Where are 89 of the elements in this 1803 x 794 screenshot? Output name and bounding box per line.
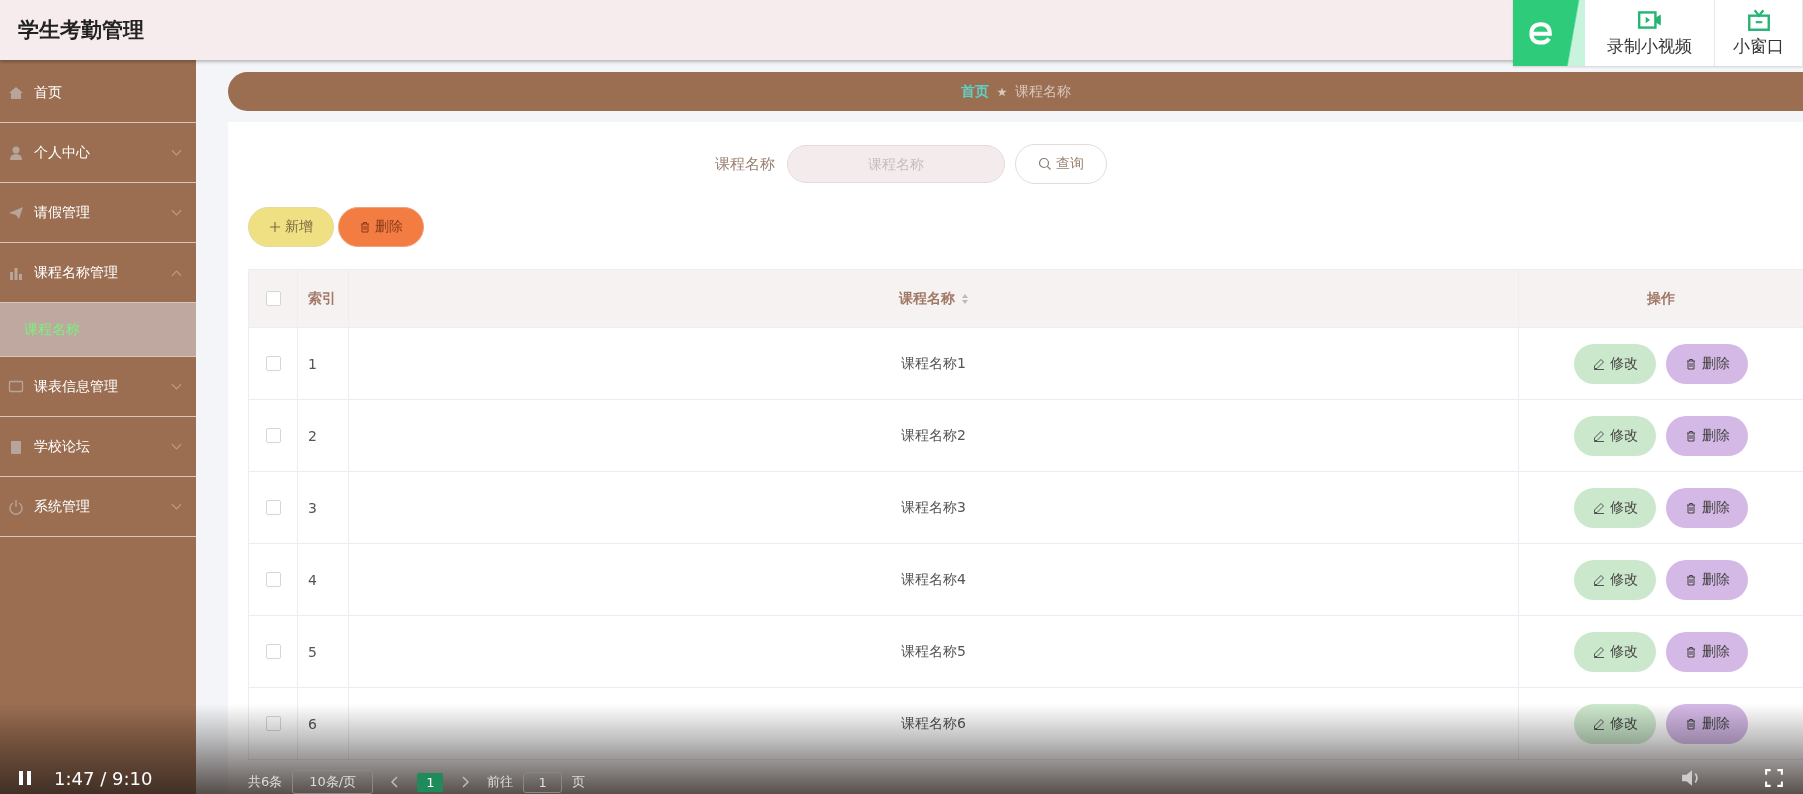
user-icon [8,144,24,161]
chat-icon [8,378,24,395]
trash-icon [1684,573,1697,586]
table-cell: 4 [308,571,317,588]
sidebar-item[interactable]: 个人中心 [0,123,196,183]
table-cell: 6 [308,715,317,732]
goto-label: 前往 [487,773,514,791]
home-icon [8,84,24,101]
delete-button[interactable]: 删除 [338,207,424,247]
record-video-button[interactable]: 录制小视频 [1585,0,1715,66]
search-icon [1037,157,1052,171]
chevron-icon [171,382,182,391]
table-cell: 课程名称1 [901,354,966,373]
column-header[interactable]: 课程名称 [349,270,1519,327]
sidebar-item[interactable]: 请假管理 [0,183,196,243]
page-size-select[interactable]: 10条/页 [292,770,374,794]
table-cell: 课程名称4 [901,570,966,589]
breadcrumb-link[interactable]: 课程名称 [1014,82,1071,101]
row-checkbox[interactable] [265,644,281,659]
trash-icon [1684,645,1697,658]
pencil-icon [1592,645,1605,658]
delete-button[interactable]: 删除 [1666,559,1748,600]
delete-button[interactable]: 删除 [1666,415,1748,456]
power-icon [8,498,24,515]
fullscreen-icon[interactable] [1765,769,1783,787]
edit-button[interactable]: 修改 [1574,559,1656,600]
pencil-icon [1592,429,1605,442]
mini-window-button[interactable]: 小窗口 [1715,0,1803,66]
row-checkbox[interactable] [265,572,281,587]
page-number[interactable]: 1 [417,772,444,792]
column-header: 操作 [1646,288,1676,308]
edit-button[interactable]: 修改 [1574,487,1656,528]
goto-page-field[interactable]: 1 [523,771,562,793]
search-button[interactable]: 查询 [1014,144,1107,184]
add-button[interactable]: 新增 [248,207,334,247]
sort-icon[interactable] [960,292,969,305]
pencil-icon [1592,717,1605,730]
trash-icon [1684,429,1697,442]
column-header: 索引 [298,270,349,327]
edit-button[interactable]: 修改 [1574,415,1656,456]
clipboard-icon [8,438,24,455]
table-cell: 课程名称3 [901,498,966,517]
chevron-icon [171,268,182,277]
table-cell: 课程名称2 [901,426,966,445]
trash-icon [359,221,371,233]
select-all-checkbox[interactable] [265,291,281,306]
video-camera-icon [1636,8,1663,31]
chevron-icon [171,148,182,157]
app-title: 学生考勤管理 [18,17,144,44]
plus-icon [269,221,281,233]
search-label: 课程名称 [714,154,775,174]
chevron-icon [171,442,182,451]
pencil-icon [1592,357,1605,370]
total-count: 共6条 [248,773,283,791]
pause-icon[interactable] [18,770,32,786]
sidebar-item[interactable]: 学校论坛 [0,417,196,477]
table-cell: 课程名称6 [901,714,966,733]
delete-button[interactable]: 删除 [1666,631,1748,672]
delete-button[interactable]: 删除 [1666,343,1748,384]
row-checkbox[interactable] [265,356,281,371]
sidebar-item[interactable]: 首页 [0,63,196,123]
sidebar-item[interactable]: 系统管理 [0,477,196,537]
edit-button[interactable]: 修改 [1574,343,1656,384]
table-cell: 3 [308,499,317,516]
chevron-icon [171,502,182,511]
trash-icon [1684,357,1697,370]
trash-icon [1684,717,1697,730]
row-checkbox[interactable] [265,716,281,731]
pencil-icon [1592,501,1605,514]
table-cell: 课程名称5 [901,642,966,661]
table-cell: 2 [308,427,317,444]
star-icon [996,86,1007,97]
playback-time: 1:47 / 9:10 [54,768,153,789]
pencil-icon [1592,573,1605,586]
edit-button[interactable]: 修改 [1574,631,1656,672]
trash-icon [1684,501,1697,514]
row-checkbox[interactable] [265,428,281,443]
delete-button[interactable]: 删除 [1666,487,1748,528]
edit-button[interactable]: 修改 [1574,703,1656,744]
paper-plane-icon [8,204,24,221]
breadcrumb-link[interactable]: 首页 [960,82,989,101]
table-cell: 1 [308,355,317,372]
table-cell: 5 [308,643,317,660]
delete-button[interactable]: 删除 [1666,703,1748,744]
page-suffix: 页 [571,773,585,791]
sidebar-item[interactable]: 课表信息管理 [0,357,196,417]
chevron-icon [171,208,182,217]
tv-icon [1745,8,1772,31]
row-checkbox[interactable] [265,500,281,515]
